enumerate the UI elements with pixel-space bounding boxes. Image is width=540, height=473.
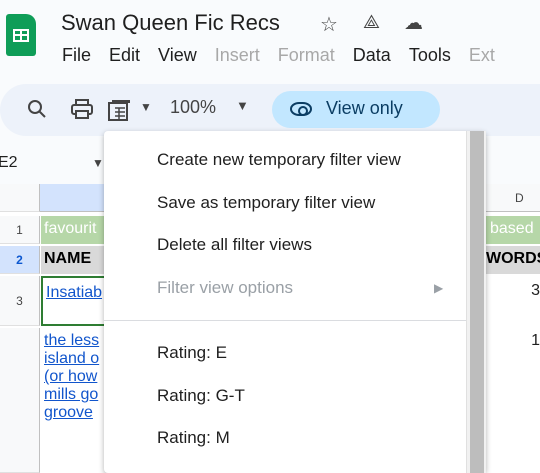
- column-header-d[interactable]: D: [486, 184, 540, 212]
- row-header-3[interactable]: 3: [0, 276, 40, 326]
- row-header-2[interactable]: 2: [0, 246, 40, 274]
- cell-d2[interactable]: WORDS: [486, 246, 540, 274]
- zoom-select[interactable]: 100%: [170, 97, 216, 118]
- submenu-arrow-icon: ▶: [434, 281, 444, 295]
- menu-item-save-temporary-filter-view[interactable]: Save as temporary filter view: [157, 193, 375, 213]
- menu-format[interactable]: Format: [278, 45, 335, 65]
- cell-a4-line[interactable]: groove: [44, 404, 102, 422]
- menu-bar: File Edit View Insert Format Data Tools Ext: [62, 45, 513, 66]
- select-all-corner[interactable]: [0, 184, 40, 212]
- sheets-app: Swan Queen Fic Recs ☆ ⟁ ☁ File Edit View In…: [0, 0, 540, 473]
- menu-item-filter-view[interactable]: Rating: E: [157, 343, 227, 363]
- cell-a3[interactable]: Insatiab: [41, 276, 105, 326]
- eye-icon: [290, 102, 312, 116]
- cell-d4[interactable]: 1: [486, 330, 540, 358]
- menu-view[interactable]: View: [158, 45, 197, 65]
- menu-item-create-temporary-filter-view[interactable]: Create new temporary filter view: [157, 150, 401, 170]
- name-box[interactable]: E2 ▼: [0, 150, 118, 180]
- cell-a4-line[interactable]: mills go: [44, 386, 102, 404]
- menu-tools[interactable]: Tools: [409, 45, 451, 65]
- view-only-button[interactable]: View only: [272, 91, 440, 128]
- sheets-logo-icon[interactable]: [6, 14, 36, 56]
- filter-views-icon[interactable]: [108, 99, 132, 121]
- menu-extensions[interactable]: Ext: [469, 45, 495, 65]
- cell-a4-line[interactable]: island o: [44, 350, 102, 368]
- menu-file[interactable]: File: [62, 45, 91, 65]
- search-icon[interactable]: [26, 98, 48, 120]
- menu-item-delete-all-filter-views[interactable]: Delete all filter views: [157, 235, 312, 255]
- menu-item-filter-view[interactable]: Rating: G-T: [157, 386, 245, 406]
- star-icon[interactable]: ☆: [320, 12, 338, 37]
- cell-a4-line[interactable]: (or how: [44, 368, 102, 386]
- cell-d1[interactable]: based: [486, 216, 540, 244]
- menu-item-filter-view-options: Filter view options: [157, 278, 294, 297]
- cell-a2[interactable]: NAME: [41, 246, 105, 274]
- cell-a4[interactable]: the less island o (or how mills go groov…: [41, 330, 105, 470]
- menu-insert[interactable]: Insert: [215, 45, 260, 65]
- menu-item-filter-view[interactable]: Rating: M: [157, 428, 230, 448]
- menu-scrollbar[interactable]: [466, 131, 486, 473]
- zoom-dropdown-icon[interactable]: ▼: [236, 98, 249, 113]
- filter-views-dropdown-icon[interactable]: ▼: [140, 100, 152, 114]
- column-header-d-label: D: [515, 191, 524, 205]
- name-box-dropdown-icon[interactable]: ▼: [92, 156, 104, 170]
- print-icon[interactable]: [71, 99, 93, 119]
- name-box-value: E2: [0, 154, 18, 171]
- column-header-a[interactable]: [40, 184, 108, 212]
- cell-a4-line[interactable]: the less: [44, 332, 102, 350]
- cloud-status-icon[interactable]: ☁: [404, 12, 423, 35]
- cell-d3[interactable]: 3: [486, 276, 540, 326]
- menu-divider: [104, 320, 466, 321]
- view-only-label: View only: [326, 98, 403, 118]
- menu-data[interactable]: Data: [353, 45, 391, 65]
- filter-views-menu: Create new temporary filter view Save as…: [104, 131, 486, 473]
- move-to-drive-icon[interactable]: ⟁: [363, 12, 380, 34]
- row-header-1[interactable]: 1: [0, 216, 40, 244]
- document-title[interactable]: Swan Queen Fic Recs: [61, 10, 280, 36]
- row-header-4[interactable]: [0, 328, 40, 473]
- cell-a3-link[interactable]: Insatiab: [46, 284, 102, 301]
- menu-scrollbar-thumb[interactable]: [470, 131, 484, 473]
- menu-edit[interactable]: Edit: [109, 45, 140, 65]
- cell-a1[interactable]: favourit: [41, 216, 105, 244]
